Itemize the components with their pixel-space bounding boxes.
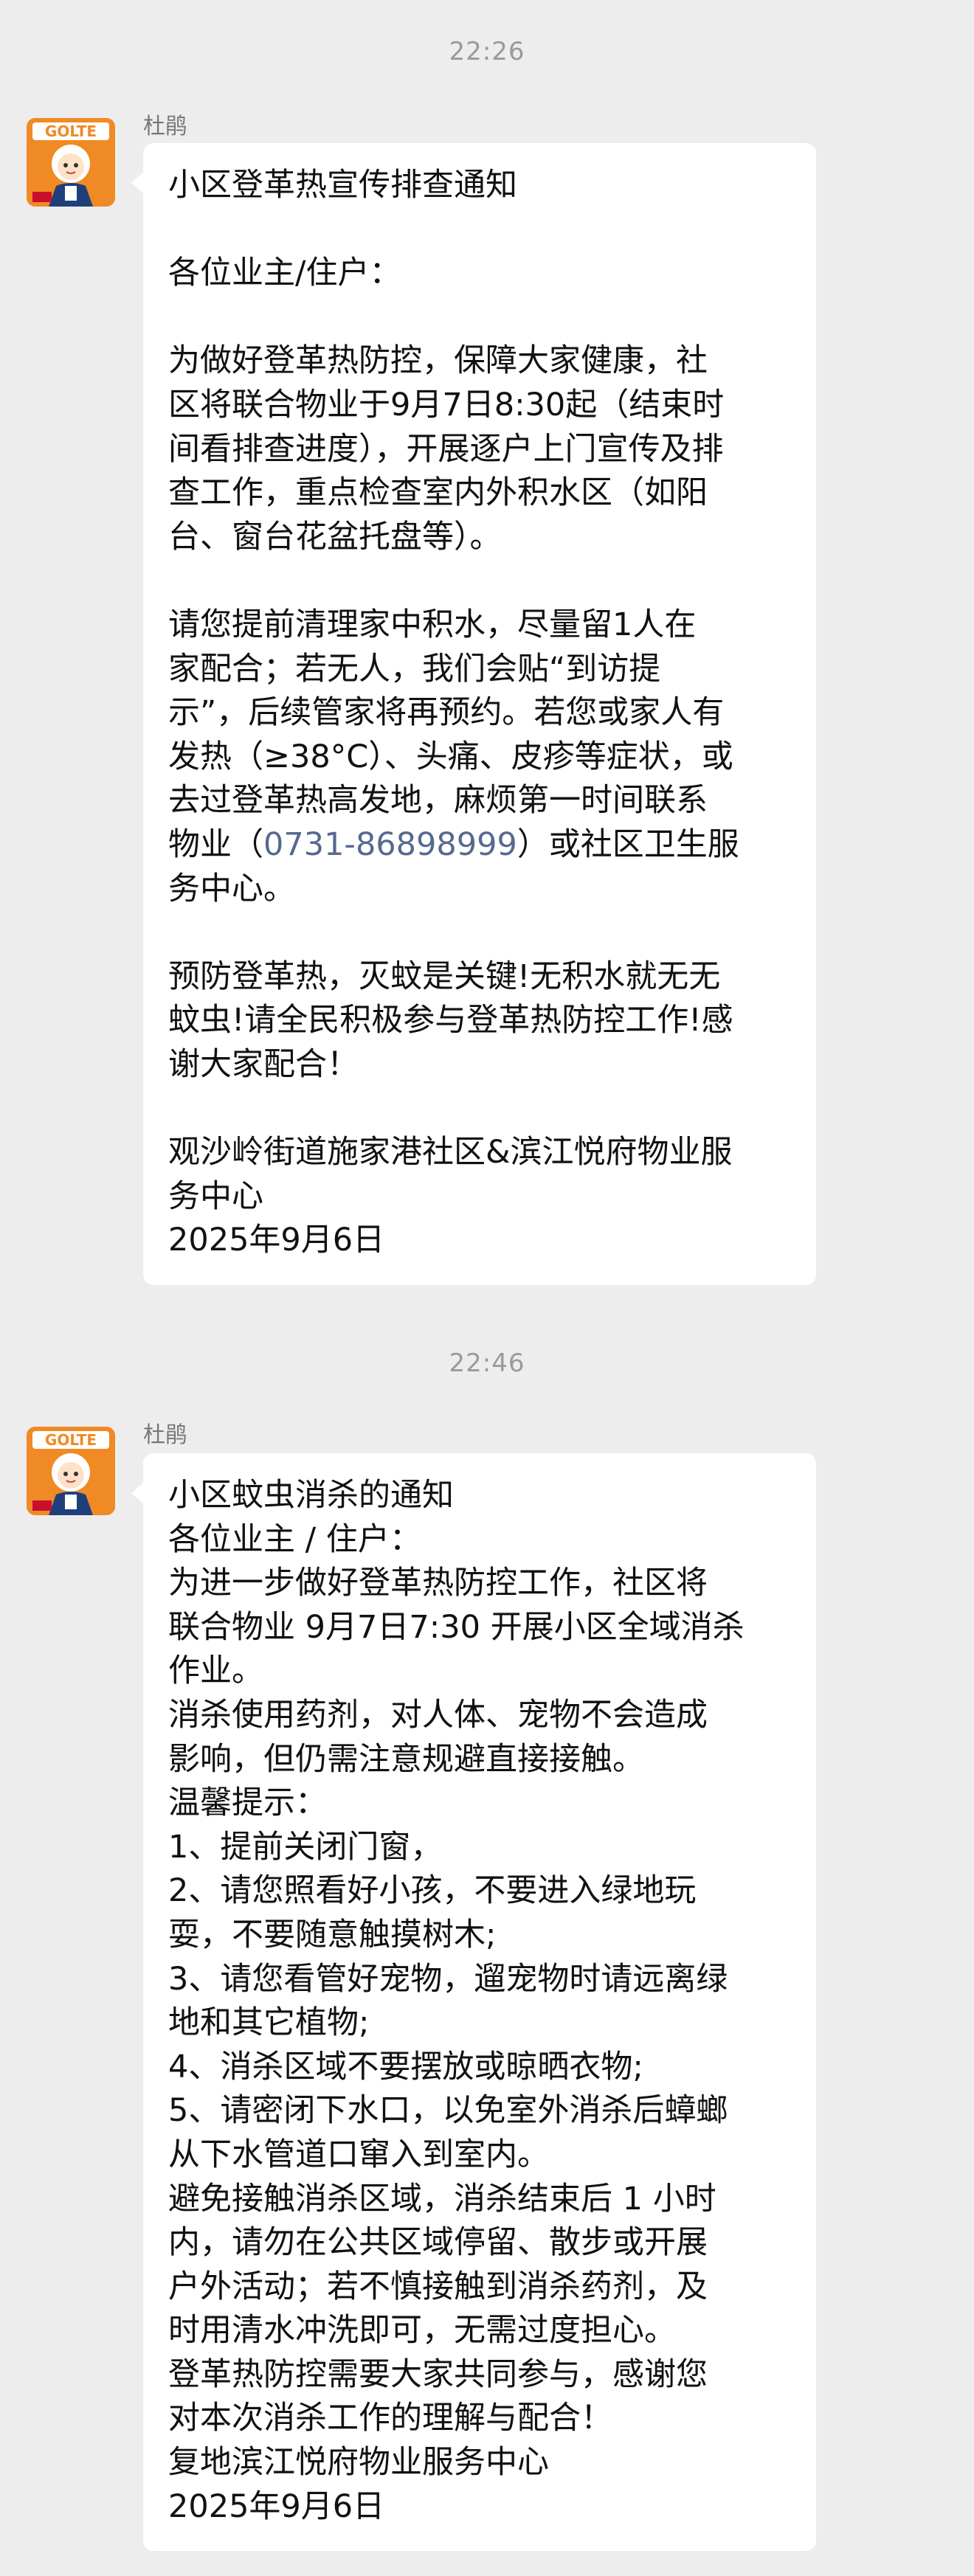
message-line: 1、提前关闭门窗，	[168, 1828, 443, 1866]
message-line: 耍，不要随意触摸树木;	[168, 1916, 497, 1953]
svg-text:GOLTE: GOLTE	[45, 122, 97, 140]
message-line: 联合物业 9月7日7:30 开展小区全域消杀	[168, 1608, 745, 1646]
message-line: 请您提前清理家中积水，尽量留1人在	[168, 606, 697, 643]
message-line: 各位业主/住户：	[168, 255, 401, 292]
message-line: 4、消杀区域不要摆放或晾晒衣物;	[168, 2048, 643, 2085]
timestamp: 22:46	[449, 1348, 525, 1378]
message-line: 为做好登革热防控，保障大家健康，社	[168, 342, 708, 380]
message-line: 观沙岭街道施家港社区&滨江悦府物业服	[168, 1134, 733, 1171]
sender-name: 杜鹃	[143, 1422, 187, 1448]
message-line: 去过登革热高发地，麻烦第一时间联系	[168, 782, 708, 820]
sender-name: 杜鹃	[143, 114, 187, 139]
timestamp: 22:26	[449, 37, 525, 66]
message-text: 物业（	[168, 825, 263, 863]
message-line: 地和其它植物;	[168, 2004, 370, 2042]
message-line: 3、请您看管好宠物，遛宠物时请远离绿	[168, 1960, 728, 1998]
message-line: 务中心	[168, 1177, 263, 1215]
message-line: 查工作，重点检查室内外积水区（如阳	[168, 474, 708, 512]
message-line: 示”，后续管家将再预约。若您或家人有	[168, 694, 725, 732]
message-line: 内，请勿在公共区域停留、散步或开展	[168, 2224, 708, 2262]
message-line: 家配合；若无人，我们会贴“到访提	[168, 650, 661, 688]
sender-avatar[interactable]: GOLTE	[27, 1427, 115, 1515]
svg-text:GOLTE: GOLTE	[45, 1431, 97, 1449]
message-line: 谢大家配合！	[168, 1045, 359, 1083]
message-line: 小区蚊虫消杀的通知	[168, 1477, 454, 1514]
message-line: 对本次消杀工作的理解与配合！	[168, 2400, 612, 2437]
message-line: 小区登革热宣传排查通知	[168, 167, 517, 204]
message-bubble[interactable]: 小区蚊虫消杀的通知 各位业主 / 住户： 为进一步做好登革热防控工作，社区将 联合物业…	[131, 1453, 816, 2552]
message-line: 作业。	[168, 1652, 263, 1690]
message-line: 预防登革热，灭蚊是关键!无积水就无无	[168, 958, 721, 995]
message-line: 温馨提示：	[168, 1784, 327, 1822]
mascot-avatar-icon: GOLTE	[27, 1427, 115, 1515]
message-line: 区将联合物业于9月7日8:30起（结束时	[168, 386, 725, 423]
message-line: 为进一步做好登革热防控工作，社区将	[168, 1565, 708, 1602]
message-line: 2、请您照看好小孩，不要进入绿地玩	[168, 1872, 697, 1910]
message-line: 复地滨江悦府物业服务中心	[168, 2444, 549, 2482]
message-line: 物业（0731-86898999）或社区卫生服	[168, 823, 791, 868]
message-bubble[interactable]: 小区登革热宣传排查通知 各位业主/住户： 为做好登革热防控，保障大家健康，社 区将联合…	[131, 143, 816, 1285]
message-line: 务中心。	[168, 870, 295, 907]
message-line: 各位业主 / 住户：	[168, 1520, 421, 1558]
message-line: 间看排查进度），开展逐户上门宣传及排	[168, 430, 724, 468]
message-line: 时用清水冲洗即可，无需过度担心。	[168, 2312, 676, 2350]
message-line: 从下水管道口窜入到室内。	[168, 2136, 549, 2173]
message-text: ）或社区卫生服	[517, 825, 739, 863]
message-line: 台、窗台花盆托盘等）。	[168, 518, 502, 555]
message-line: 蚊虫!请全民积极参与登革热防控工作!感	[168, 1002, 733, 1039]
message-line: 户外活动；若不慎接触到消杀药剂，及	[168, 2268, 708, 2305]
message-line: 5、请密闭下水口，以免室外消杀后蟑螂	[168, 2092, 728, 2130]
message-line: 登革热防控需要大家共同参与，感谢您	[168, 2355, 708, 2393]
sender-avatar[interactable]: GOLTE	[27, 118, 115, 207]
mascot-avatar-icon: GOLTE	[27, 118, 115, 207]
message-line: 发热（≥38°C）、头痛、皮疹等症状，或	[168, 738, 733, 775]
phone-number-link[interactable]: 0731-86898999	[263, 826, 517, 863]
message-line: 消杀使用药剂，对人体、宠物不会造成	[168, 1696, 708, 1734]
message-line: 影响，但仍需注意规避直接接触。	[168, 1740, 644, 1778]
message-line: 2025年9月6日	[168, 1222, 385, 1259]
message-line: 避免接触消杀区域，消杀结束后 1 小时	[168, 2180, 716, 2217]
message-line: 2025年9月6日	[168, 2487, 385, 2525]
